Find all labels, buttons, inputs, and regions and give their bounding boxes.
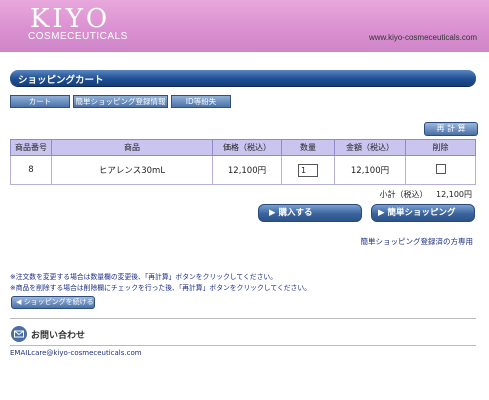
logo-subtitle: COSMECEUTICALS: [28, 31, 128, 42]
contact-title: お問い合わせ: [31, 331, 86, 341]
cell-qty: 1: [281, 155, 335, 185]
cell-product: ヒアレンス30mL: [51, 155, 213, 185]
subtotal: 小計（税込） 12,100円: [379, 189, 472, 200]
subtotal-label: 小計（税込）: [379, 190, 428, 199]
purchase-label: ▶ 購入する: [269, 208, 313, 218]
tab-lost-id[interactable]: ID等紛失: [171, 95, 231, 108]
cell-amount: 12,100円: [334, 155, 406, 185]
delete-checkbox[interactable]: [435, 163, 446, 174]
col-header-price: 価格（税込）: [212, 139, 282, 156]
page-title: ショッピングカート: [18, 75, 104, 86]
contact-divider: [10, 345, 476, 346]
notes: ※注文数を変更する場合は数量欄の変更後、「再計算」ボタンをクリックしてください。…: [10, 272, 311, 294]
cell-delete: [405, 155, 476, 185]
note-delete: ※商品を削除する場合は削除欄にチェックを行った後、「再計算」ボタンをクリックして…: [10, 284, 311, 292]
table-header-row: 商品番号 商品 価格（税込） 数量 金額（税込） 削除: [10, 139, 476, 156]
email-link[interactable]: care@kiyo-cosmeceuticals.com: [31, 349, 141, 357]
tab-cart[interactable]: カート: [10, 95, 70, 108]
envelope-icon: [14, 330, 24, 338]
email-line: EMAILcare@kiyo-cosmeceuticals.com: [10, 349, 142, 357]
cell-price: 12,100円: [212, 155, 282, 185]
continue-label: ◀ ショッピングを続ける: [16, 298, 94, 306]
site-header: KIYO COSMECEUTICALS www.kiyo-cosmeceutic…: [0, 0, 489, 52]
recalculate-button[interactable]: 再 計 算: [424, 122, 478, 136]
col-header-id: 商品番号: [10, 139, 52, 156]
easy-shopping-button[interactable]: ▶ 簡単ショッピング: [371, 204, 475, 222]
easy-shopping-registered-link[interactable]: 簡単ショッピング登録済の方専用: [361, 236, 474, 247]
email-label: EMAIL: [10, 349, 32, 357]
cell-id: 8: [10, 155, 52, 185]
divider: [10, 318, 476, 319]
subtotal-value: 12,100円: [436, 190, 472, 199]
site-url: www.kiyo-cosmeceuticals.com: [368, 33, 477, 42]
purchase-button[interactable]: ▶ 購入する: [258, 204, 362, 222]
note-quantity: ※注文数を変更する場合は数量欄の変更後、「再計算」ボタンをクリックしてください。: [10, 273, 277, 281]
continue-shopping-button[interactable]: ◀ ショッピングを続ける: [11, 296, 95, 309]
mail-icon: [11, 326, 27, 342]
page-title-bar: ショッピングカート: [10, 70, 476, 86]
quantity-input[interactable]: 1: [298, 163, 318, 177]
col-header-amount: 金額（税込）: [334, 139, 406, 156]
col-header-product: 商品: [51, 139, 213, 156]
cart-table: 商品番号 商品 価格（税込） 数量 金額（税込） 削除 8 ヒアレンス30mL …: [10, 139, 476, 185]
col-header-qty: 数量: [281, 139, 335, 156]
logo[interactable]: KIYO: [30, 6, 110, 32]
tab-easy-shopping-info[interactable]: 簡単ショッピング登録情報: [73, 95, 168, 108]
col-header-delete: 削除: [405, 139, 476, 156]
easy-shopping-label: ▶ 簡単ショッピング: [378, 208, 456, 218]
table-row: 8 ヒアレンス30mL 12,100円 1 12,100円: [10, 155, 476, 185]
